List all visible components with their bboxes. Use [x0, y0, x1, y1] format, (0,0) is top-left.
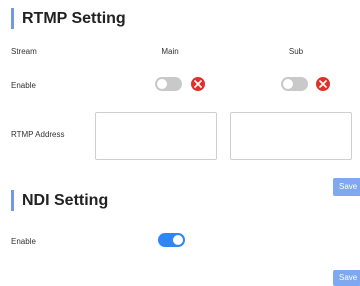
toggle-knob — [283, 79, 293, 89]
rtmp-save-button[interactable]: Save — [333, 178, 360, 196]
ndi-enable-label: Enable — [11, 237, 36, 246]
main-column-header: Main — [161, 47, 179, 56]
rtmp-main-enable-toggle[interactable] — [155, 77, 182, 91]
toggle-knob — [157, 79, 167, 89]
close-circle-icon[interactable] — [191, 77, 205, 91]
ndi-save-button[interactable]: Save — [333, 270, 360, 286]
rtmp-enable-label: Enable — [11, 81, 36, 90]
settings-page: RTMP Setting Stream Main Sub Enable RTMP… — [0, 0, 360, 286]
close-icon — [194, 80, 202, 88]
rtmp-section-title: RTMP Setting — [11, 8, 126, 29]
ndi-enable-toggle[interactable] — [158, 233, 185, 247]
sub-column-header: Sub — [288, 47, 304, 56]
toggle-knob — [173, 235, 183, 245]
close-circle-icon[interactable] — [316, 77, 330, 91]
rtmp-main-address-input[interactable] — [95, 112, 217, 160]
rtmp-sub-enable-toggle[interactable] — [281, 77, 308, 91]
rtmp-address-label: RTMP Address — [11, 130, 65, 139]
close-icon — [319, 80, 327, 88]
stream-label: Stream — [11, 47, 37, 56]
ndi-section-title: NDI Setting — [11, 190, 108, 211]
rtmp-sub-address-input[interactable] — [230, 112, 352, 160]
